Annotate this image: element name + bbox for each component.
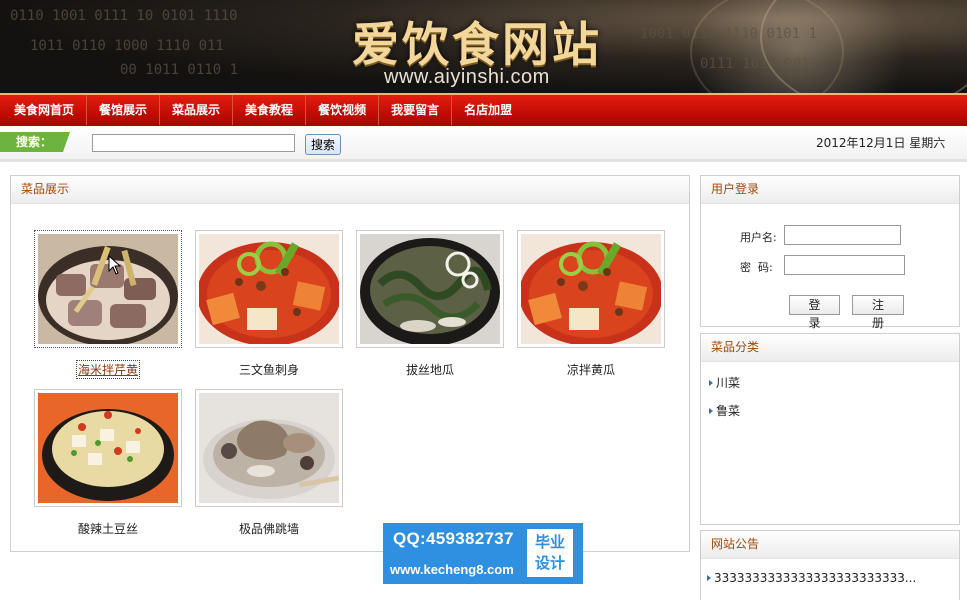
search-bar: 搜索： 搜索 2012年12月1日 星期六	[0, 126, 967, 162]
register-button[interactable]: 注 册	[852, 295, 904, 330]
notices-panel-title: 网站公告	[701, 531, 959, 559]
dish-card[interactable]: 极品佛跳墙	[195, 389, 343, 537]
nav-item-videos[interactable]: 餐饮视频	[306, 95, 380, 125]
dish-image-frame[interactable]	[34, 230, 182, 348]
dish-image-frame[interactable]	[34, 389, 182, 507]
password-field[interactable]	[784, 255, 905, 275]
watermark-qq: QQ:459382737	[393, 529, 514, 548]
notices-panel: 网站公告 3333333333333333333333333...	[700, 530, 960, 600]
dish-card[interactable]: 海米拌芹黄	[34, 230, 182, 379]
nav-item-franchise[interactable]: 名店加盟	[452, 95, 524, 125]
current-date: 2012年12月1日 星期六	[816, 136, 946, 150]
username-label: 用户名:	[740, 231, 777, 244]
login-panel: 用户登录 用户名: 密 码: 登 录 注 册	[700, 175, 960, 330]
dish-image-red-stew[interactable]	[197, 234, 341, 346]
category-item[interactable]: 川菜	[709, 374, 740, 391]
banner-decor-digits: 00 1011 0110 1	[120, 62, 239, 78]
category-label[interactable]: 鲁菜	[716, 404, 740, 418]
dish-image-seaweed-soup[interactable]	[360, 234, 500, 346]
dish-name[interactable]: 凉拌黄瓜	[517, 361, 665, 378]
password-label: 密 码:	[740, 261, 773, 274]
dish-image-frame[interactable]	[195, 389, 343, 507]
dish-name[interactable]: 拔丝地瓜	[356, 361, 504, 378]
dishes-panel: 菜品展示 海米拌芹黄 三文鱼刺身 拔丝地瓜 凉拌黄瓜 酸辣土豆丝 极品佛跳墙	[10, 175, 690, 552]
dish-name[interactable]: 海米拌芹黄	[75, 360, 141, 379]
dish-image-red-stew[interactable]	[519, 234, 663, 346]
dish-name[interactable]: 极品佛跳墙	[195, 520, 343, 537]
site-banner: 0110 1001 0111 10 0101 1110 1011 0110 10…	[0, 0, 967, 93]
bullet-icon	[707, 575, 711, 581]
dish-card[interactable]: 酸辣土豆丝	[34, 389, 182, 537]
nav-item-dishes[interactable]: 菜品展示	[160, 95, 234, 125]
dish-image-tofu-pot[interactable]	[38, 393, 178, 503]
search-label: 搜索：	[0, 132, 70, 152]
banner-decor-digits: 1011 0110 1000 1110 011	[30, 38, 224, 54]
nav-item-restaurants[interactable]: 餐馆展示	[87, 95, 161, 125]
nav-item-guestbook[interactable]: 我要留言	[379, 95, 453, 125]
watermark-badge: 毕业 设计	[527, 529, 573, 577]
dish-image-frame[interactable]	[356, 230, 504, 348]
categories-panel-title: 菜品分类	[701, 334, 959, 362]
nav-item-tutorials[interactable]: 美食教程	[233, 95, 307, 125]
nav-item-home[interactable]: 美食网首页	[2, 95, 88, 125]
banner-decor-ring	[690, 0, 844, 93]
dish-image-frame[interactable]	[195, 230, 343, 348]
bullet-icon	[709, 380, 713, 386]
watermark-url: www.kecheng8.com	[390, 562, 514, 577]
dish-image-frame[interactable]	[517, 230, 665, 348]
username-field[interactable]	[784, 225, 901, 245]
categories-panel: 菜品分类 川菜 鲁菜	[700, 333, 960, 525]
notice-label[interactable]: 3333333333333333333333333...	[714, 571, 916, 585]
mouse-cursor-icon	[108, 255, 122, 275]
dish-name[interactable]: 三文鱼刺身	[195, 361, 343, 378]
dish-image-poultry-soup[interactable]	[199, 393, 340, 503]
dish-card[interactable]: 凉拌黄瓜	[517, 230, 665, 378]
site-url: www.aiyinshi.com	[384, 66, 550, 88]
dish-image-braised-meat[interactable]	[38, 234, 178, 346]
watermark-badge-line: 设计	[534, 554, 565, 572]
watermark-overlay: QQ:459382737 www.kecheng8.com 毕业 设计	[383, 523, 583, 584]
notice-item[interactable]: 3333333333333333333333333...	[707, 571, 916, 585]
search-input[interactable]	[92, 134, 295, 152]
dish-card[interactable]: 三文鱼刺身	[195, 230, 343, 378]
site-title: 爱饮食网站	[352, 18, 602, 73]
category-label[interactable]: 川菜	[716, 376, 740, 390]
category-item[interactable]: 鲁菜	[709, 402, 740, 419]
watermark-badge-line: 毕业	[534, 533, 565, 551]
dishes-panel-title: 菜品展示	[11, 176, 689, 204]
banner-decor-digits: 0110 1001 0111 10 0101 1110	[10, 8, 238, 24]
dish-name[interactable]: 酸辣土豆丝	[34, 520, 182, 537]
dish-card[interactable]: 拔丝地瓜	[356, 230, 504, 378]
search-button[interactable]: 搜索	[305, 134, 341, 155]
bullet-icon	[709, 408, 713, 414]
login-panel-title: 用户登录	[701, 176, 959, 204]
main-nav: 美食网首页 餐馆展示 菜品展示 美食教程 餐饮视频 我要留言 名店加盟	[0, 93, 967, 126]
login-button[interactable]: 登 录	[789, 295, 840, 330]
